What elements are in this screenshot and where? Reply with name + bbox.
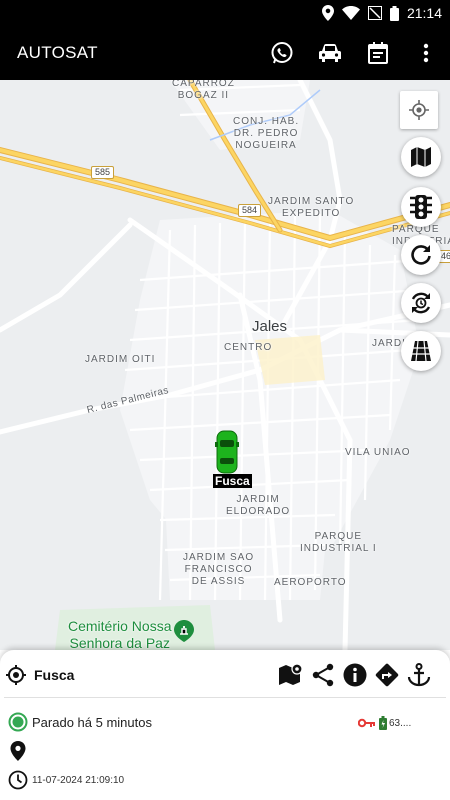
no-signal-icon: [367, 6, 382, 20]
address-row: [8, 740, 28, 762]
panel-actions: [278, 658, 432, 692]
telemetry-row: 63....: [358, 716, 411, 730]
label-santo-expedito: JARDIM SANTO EXPEDITO: [268, 196, 355, 219]
wifi-icon: [341, 6, 360, 20]
shield-585: 585: [91, 166, 115, 179]
label-sao-francisco: JARDIM SAO FRANCISCO DE ASSIS: [183, 552, 255, 587]
battery-icon: [389, 5, 399, 21]
status-text: Parado há 5 minutos: [32, 714, 152, 730]
geofence-icon[interactable]: [278, 662, 304, 688]
datetime-text: 11-07-2024 21:09:10: [32, 774, 125, 786]
vehicle-panel: Fusca Parado há 5 minutos 63.... 11-07-2…: [0, 650, 450, 800]
my-location-icon[interactable]: [400, 91, 438, 129]
target-icon[interactable]: [6, 665, 26, 685]
status-row: Parado há 5 minutos: [8, 712, 152, 732]
map-view[interactable]: CAPARROZ BOGAZ II CONJ. HAB. DR. PEDRO NOGU…: [0, 80, 450, 650]
label-jardim-oiti: JARDIM OITI: [85, 354, 156, 365]
app-bar: AUTOSAT: [0, 26, 450, 80]
app-screen: { "statusbar": { "time": "21:14" }, "app…: [0, 0, 450, 800]
clock-icon: [8, 770, 28, 790]
ignition-key-icon: [358, 718, 375, 728]
status-time: 21:14: [406, 5, 442, 21]
label-caparroz: CAPARROZ BOGAZ II: [172, 80, 235, 101]
battery-level-icon: [379, 716, 387, 730]
vehicle-label: Fusca: [213, 474, 252, 488]
datetime-row: 11-07-2024 21:09:10: [8, 770, 124, 790]
location-icon: [321, 5, 334, 21]
label-aeroporto: AEROPORTO: [274, 577, 347, 588]
traffic-icon[interactable]: [401, 187, 441, 227]
app-title: AUTOSAT: [17, 43, 98, 62]
panel-header: Fusca: [0, 658, 450, 692]
label-centro: CENTRO: [224, 342, 273, 353]
anchor-icon[interactable]: [406, 662, 432, 688]
shield-584: 584: [238, 204, 262, 217]
panel-vehicle-name: Fusca: [34, 667, 75, 683]
whatsapp-icon[interactable]: [258, 29, 306, 77]
label-eldorado: JARDIM ELDORADO: [226, 494, 291, 517]
car-icon[interactable]: [306, 29, 354, 77]
calendar-icon[interactable]: [354, 29, 402, 77]
battery-text: 63....: [389, 717, 412, 729]
label-vila-uniao: VILA UNIAO: [345, 447, 411, 458]
label-cemiterio[interactable]: Cemitério Nossa Senhora da Paz: [68, 618, 171, 650]
info-icon[interactable]: [342, 662, 368, 688]
map-type-icon[interactable]: [401, 137, 441, 177]
status-dot-icon: [8, 712, 28, 732]
cemetery-pin-icon[interactable]: [173, 620, 195, 642]
auto-refresh-icon[interactable]: [401, 283, 441, 323]
panel-divider: [4, 697, 446, 698]
label-city: Jales: [252, 318, 288, 335]
refresh-icon[interactable]: [401, 235, 441, 275]
label-conj-hab: CONJ. HAB. DR. PEDRO NOGUEIRA: [233, 116, 300, 151]
grid-icon[interactable]: [401, 331, 441, 371]
status-bar: 21:14: [0, 0, 450, 26]
location-pin-icon: [10, 741, 26, 761]
directions-icon[interactable]: [374, 662, 400, 688]
label-parque-industrial-i: PARQUE INDUSTRIAL I: [300, 531, 377, 554]
share-icon[interactable]: [310, 662, 336, 688]
more-vert-icon[interactable]: [402, 29, 450, 77]
